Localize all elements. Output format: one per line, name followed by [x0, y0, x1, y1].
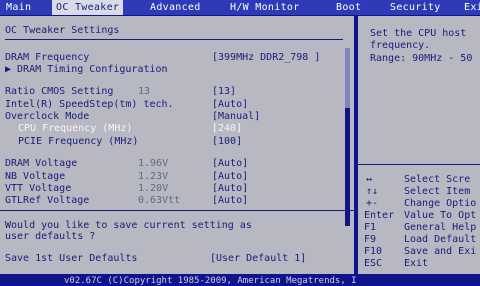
tab-exit[interactable]: Exit [460, 0, 480, 15]
scrollbar[interactable] [345, 48, 350, 226]
page-title: OC Tweaker Settings [5, 25, 120, 36]
key-desc-change-option: Change Optio [404, 198, 477, 209]
nb-voltage-current: 1.23V [138, 171, 169, 182]
key-esc: ESC [364, 258, 383, 269]
vtt-voltage-label: VTT Voltage [5, 183, 72, 194]
tab-main[interactable]: Main [2, 0, 35, 15]
speedstep-value[interactable]: [Auto] [212, 99, 248, 111]
dram-frequency-value[interactable]: [399MHz DDR2_798 ] [212, 52, 320, 64]
pcie-frequency-value[interactable]: [100] [212, 136, 242, 148]
key-f9: F9 [364, 234, 377, 245]
dram-frequency-label: DRAM Frequency [5, 52, 90, 63]
key-f1: F1 [364, 222, 377, 233]
overclock-mode-label: Overclock Mode [5, 111, 90, 122]
nb-voltage-label: NB Voltage [5, 171, 66, 182]
help-text-line3: Range: 90MHz - 50 [370, 53, 473, 64]
help-text-line2: frequency. [370, 40, 431, 51]
cpu-frequency-label: CPU Frequency (MHz) [18, 123, 133, 134]
key-desc-general-help: General Help [404, 222, 477, 233]
key-arrows-ud-icon: ↑↓ [366, 186, 379, 197]
gtlref-voltage-current: 0.63Vtt [138, 195, 181, 206]
help-divider [358, 164, 480, 165]
ratio-cmos-label: Ratio CMOS Setting [5, 86, 114, 97]
key-arrows-lr-icon: ↔ [366, 174, 373, 185]
tab-hw-monitor[interactable]: H/W Monitor [226, 0, 304, 15]
key-desc-save-and-exit: Save and Exi [404, 246, 477, 257]
key-desc-value-to-option: Value To Opt [404, 210, 477, 221]
title-divider [5, 39, 343, 40]
speedstep-label: Intel(R) SpeedStep(tm) tech. [5, 99, 174, 110]
dram-voltage-label: DRAM Voltage [5, 158, 78, 169]
cpu-frequency-value[interactable]: [240] [212, 123, 242, 135]
nb-voltage-value[interactable]: [Auto] [212, 171, 248, 183]
settings-panel: OC Tweaker Settings DRAM Frequency [399M… [0, 16, 358, 274]
save-prompt-line2: user defaults ? [5, 231, 96, 242]
vtt-voltage-current: 1.20V [138, 183, 169, 194]
scrollbar-thumb[interactable] [345, 48, 350, 108]
help-text-line1: Set the CPU host [370, 28, 467, 39]
key-desc-load-defaults: Load Default [404, 234, 477, 245]
save-user-defaults-label: Save 1st User Defaults [5, 253, 138, 264]
dram-voltage-value[interactable]: [Auto] [212, 158, 248, 170]
ratio-cmos-value[interactable]: [13] [212, 86, 236, 98]
help-panel: Set the CPU host frequency. Range: 90MHz… [358, 16, 480, 274]
tab-security[interactable]: Security [386, 0, 445, 15]
pcie-frequency-label: PCIE Frequency (MHz) [18, 136, 139, 147]
gtlref-voltage-label: GTLRef Voltage [5, 195, 90, 206]
tab-oc-tweaker[interactable]: OC Tweaker [52, 0, 124, 15]
save-user-defaults-value[interactable]: [User Default 1] [210, 253, 306, 265]
key-enter: Enter [364, 210, 395, 221]
ratio-cmos-current: 13 [138, 86, 151, 97]
key-desc-select-item: Select Item [404, 186, 471, 197]
copyright-text: v02.67C (C)Copyright 1985-2009, American… [64, 276, 357, 286]
vtt-voltage-value[interactable]: [Auto] [212, 183, 248, 195]
gtlref-voltage-value[interactable]: [Auto] [212, 195, 248, 207]
tab-advanced[interactable]: Advanced [146, 0, 205, 15]
overclock-mode-value[interactable]: [Manual] [212, 111, 260, 123]
key-plus-minus: +- [366, 198, 379, 209]
menu-bar: Main OC Tweaker Advanced H/W Monitor Boo… [0, 0, 480, 15]
key-desc-exit: Exit [404, 258, 429, 269]
dram-timing-submenu[interactable]: ▶ DRAM Timing Configuration [5, 64, 168, 76]
prompt-divider [0, 210, 354, 211]
dram-voltage-current: 1.96V [138, 158, 169, 169]
key-desc-select-screen: Select Scre [404, 174, 471, 185]
status-bar: v02.67C (C)Copyright 1985-2009, American… [0, 276, 480, 286]
tab-boot[interactable]: Boot [332, 0, 365, 15]
key-f10: F10 [364, 246, 383, 257]
